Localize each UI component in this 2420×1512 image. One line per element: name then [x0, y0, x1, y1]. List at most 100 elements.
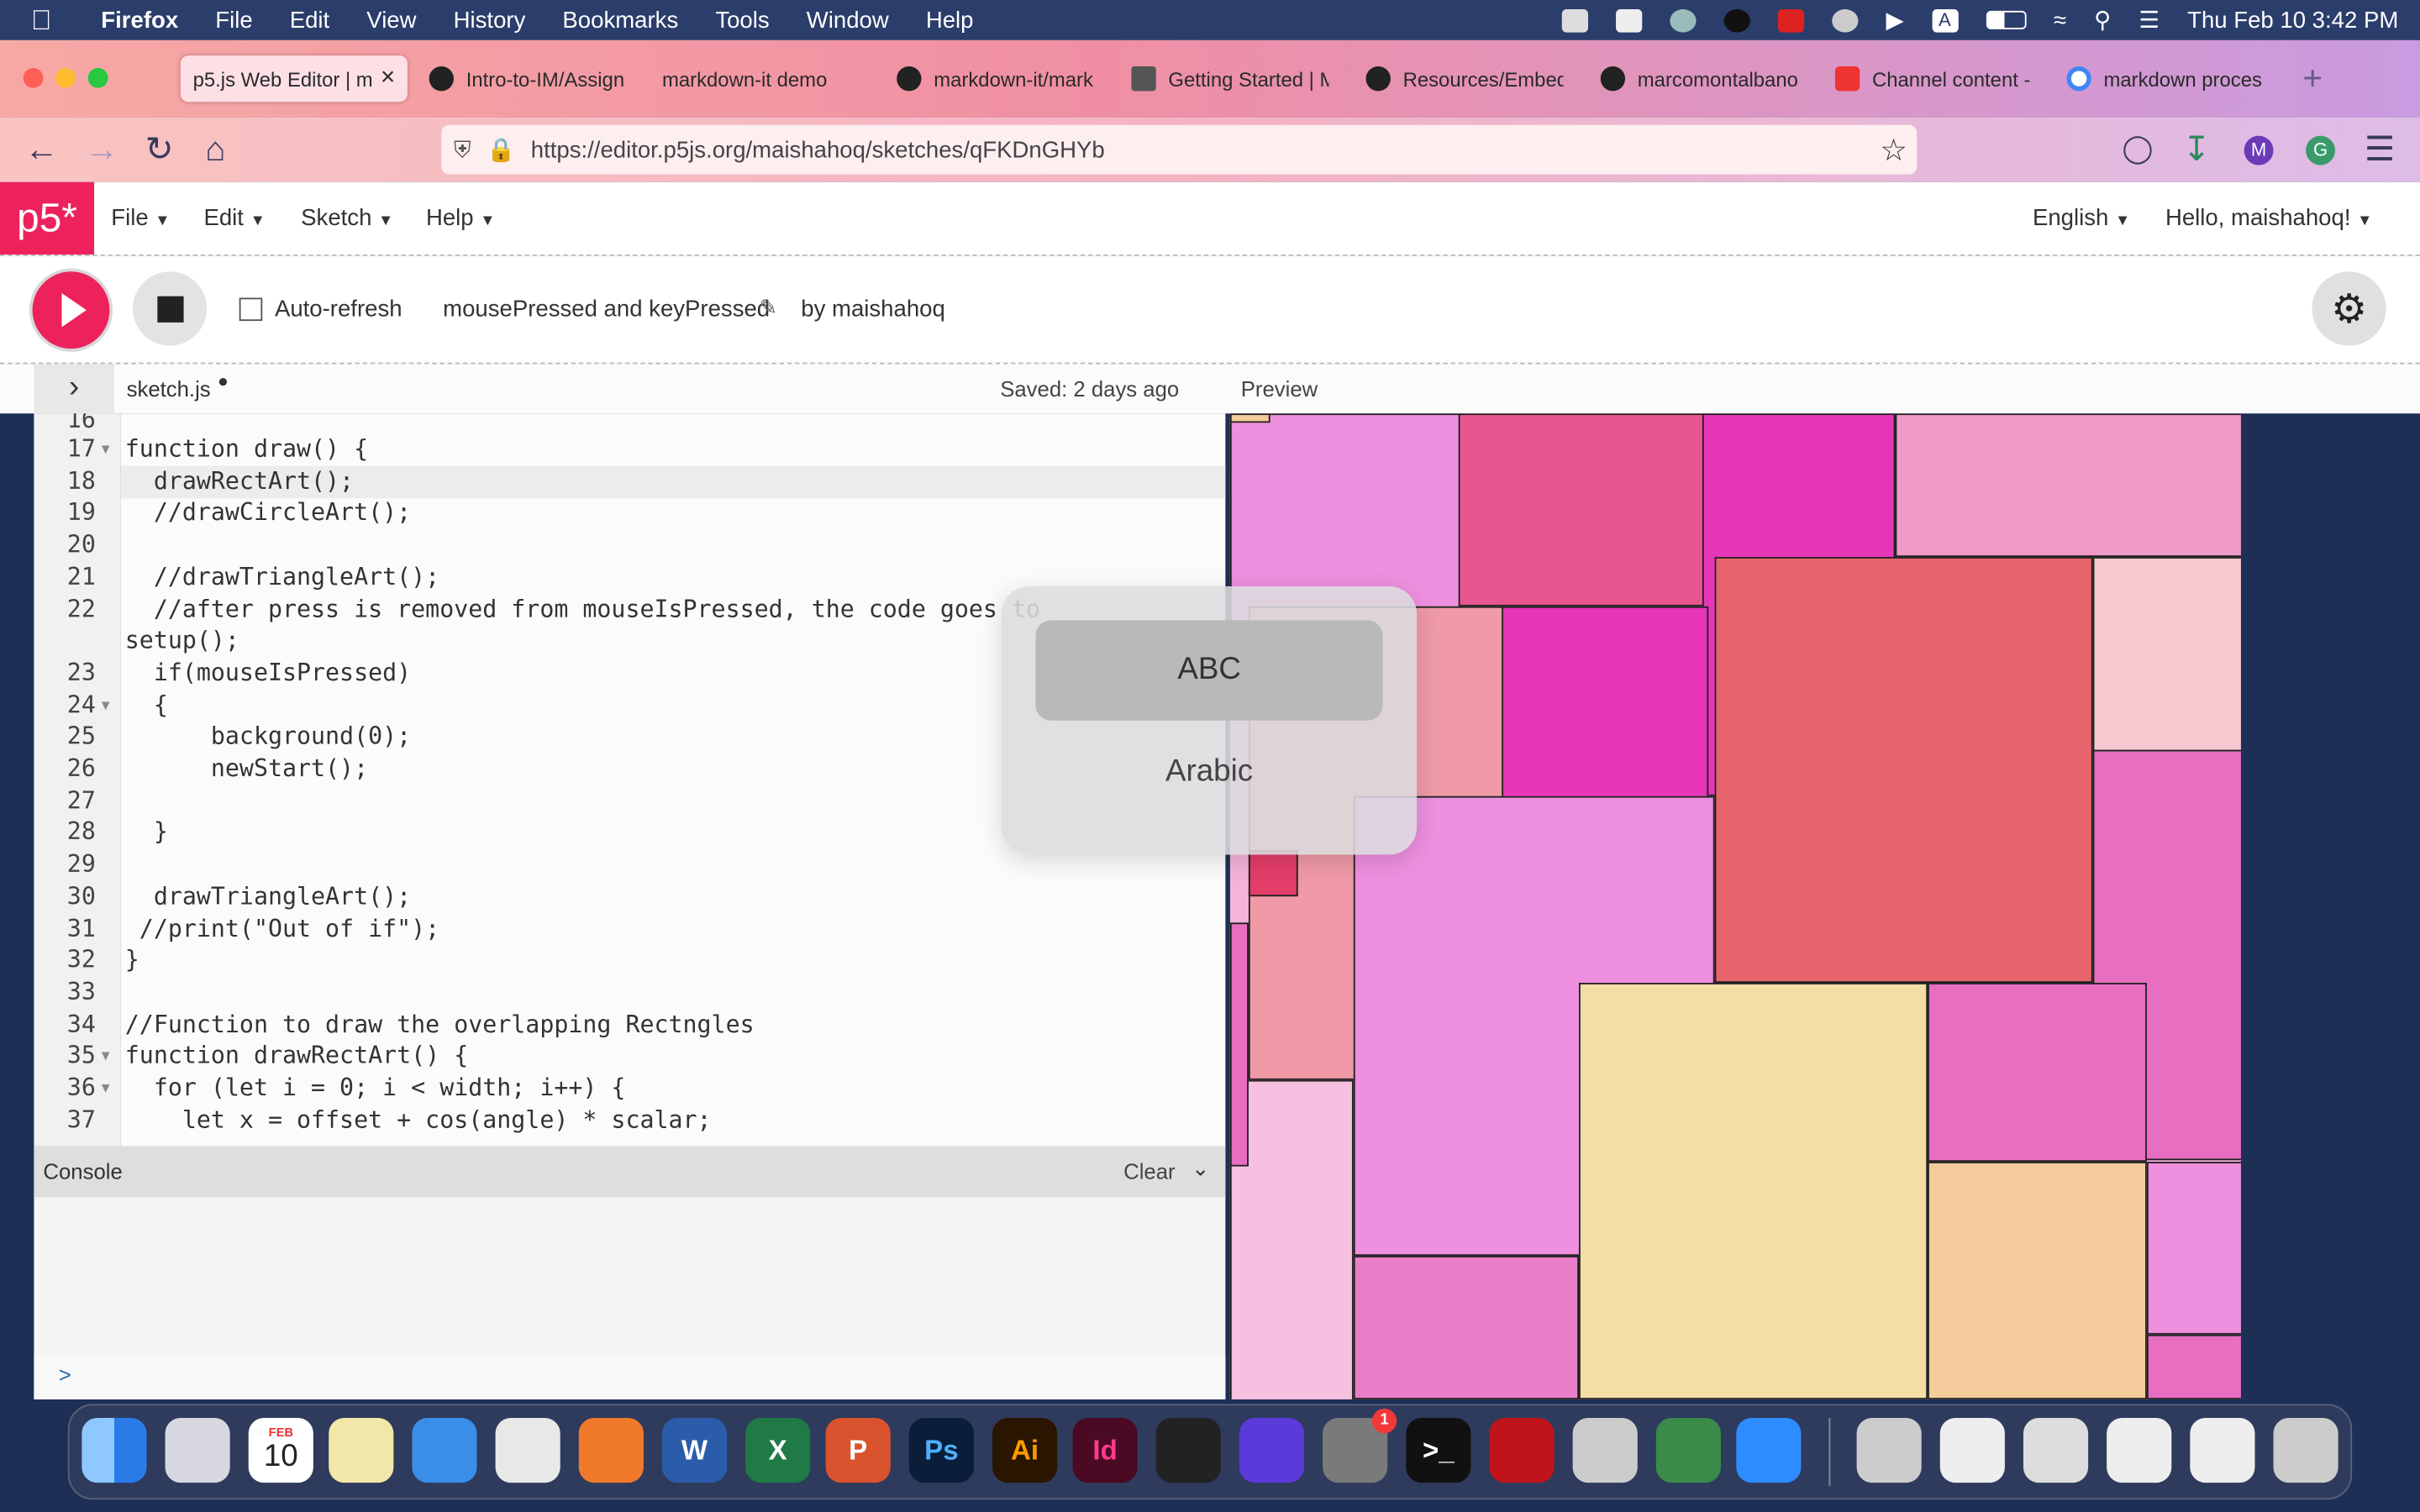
menubar-item-tools[interactable]: Tools — [697, 7, 787, 33]
downloads-icon[interactable]: ↧ — [2182, 129, 2211, 170]
code-line[interactable]: //Function to draw the overlapping Rectn… — [125, 1008, 755, 1041]
code-line[interactable]: } — [125, 944, 139, 977]
menubar-item-window[interactable]: Window — [788, 7, 908, 33]
dock-icon-screen-recorder[interactable] — [1239, 1417, 1305, 1483]
menubar-app-name[interactable]: Firefox — [71, 7, 197, 33]
dock-icon-photoshop[interactable]: Ps — [908, 1417, 974, 1483]
p5-logo[interactable]: p5* — [0, 181, 95, 255]
language-selector[interactable]: English ▼ — [2033, 205, 2130, 231]
tab-markdown-it-demo[interactable]: markdown-it demo — [662, 55, 878, 102]
apple-icon[interactable]:  — [0, 4, 71, 37]
dock-icon-calendar[interactable]: FEB 10 — [248, 1417, 313, 1483]
dock-icon-document-3[interactable] — [2107, 1417, 2172, 1483]
code-line[interactable]: //print("Out of if"); — [125, 912, 439, 945]
control-center-icon[interactable]: ☰ — [2139, 6, 2160, 34]
dock-icon-indesign[interactable]: Id — [1072, 1417, 1138, 1483]
dock-icon-acrobat[interactable] — [1489, 1417, 1555, 1483]
menubar-item-view[interactable]: View — [348, 7, 434, 33]
tab-markdown-it-repo[interactable]: markdown-it/mark — [897, 55, 1097, 102]
dock-icon-archive[interactable] — [1856, 1417, 1922, 1483]
window-zoom-button[interactable] — [87, 67, 108, 88]
globe-icon[interactable] — [1670, 8, 1697, 32]
tab-resources-embed[interactable]: Resources/Embed — [1365, 55, 1564, 102]
dock-icon-document-2[interactable] — [2023, 1417, 2089, 1483]
menubar-item-file[interactable]: File — [197, 7, 271, 33]
console-input-row[interactable]: > — [34, 1354, 1226, 1399]
reload-icon[interactable]: ↻ — [145, 129, 174, 170]
dock-icon-terminal[interactable]: >_ — [1406, 1417, 1471, 1483]
p5-menu-help[interactable]: Help ▼ — [426, 205, 496, 231]
code-line[interactable]: { — [125, 689, 168, 722]
window-minimize-button[interactable] — [55, 67, 76, 88]
input-option-abc[interactable]: ABC — [1035, 620, 1383, 721]
dock-icon-document-1[interactable] — [1939, 1417, 2005, 1483]
sketch-preview-canvas[interactable] — [1229, 413, 2241, 1399]
fold-arrow-icon[interactable]: ▼ — [99, 689, 113, 722]
pocket-icon[interactable]: ◯ — [2123, 133, 2154, 165]
fold-arrow-icon[interactable]: ▼ — [99, 1041, 113, 1074]
edit-pencil-icon[interactable]: ✎ — [760, 295, 778, 321]
code-line[interactable]: setup(); — [125, 625, 239, 658]
sidebar-toggle-button[interactable]: › — [34, 364, 114, 414]
sketch-author[interactable]: by maishahoq — [801, 297, 945, 323]
fold-arrow-icon[interactable]: ▼ — [99, 1073, 113, 1105]
hamburger-menu-icon[interactable]: ☰ — [2365, 129, 2395, 170]
dock-icon-launchpad[interactable] — [165, 1417, 230, 1483]
code-line[interactable]: drawRectArt(); — [125, 465, 354, 498]
fold-arrow-icon[interactable]: ▼ — [99, 433, 113, 466]
drive-icon[interactable] — [1616, 8, 1643, 32]
menubar-item-help[interactable]: Help — [908, 7, 992, 33]
dock-icon-powerpoint[interactable]: P — [825, 1417, 891, 1483]
code-line[interactable]: //drawCircleArt(); — [125, 497, 411, 530]
new-tab-icon[interactable]: + — [2302, 59, 2323, 99]
menubar-clock[interactable]: Thu Feb 10 3:42 PM — [2187, 7, 2398, 33]
dock-icon-illustrator[interactable]: Ai — [992, 1417, 1058, 1483]
tab-getting-started[interactable]: Getting Started | M — [1131, 55, 1328, 102]
p5-menu-sketch[interactable]: Sketch ▼ — [301, 205, 393, 231]
dock-icon-notes[interactable] — [329, 1417, 394, 1483]
swirl-app-icon[interactable] — [1723, 8, 1750, 32]
menubar-item-edit[interactable]: Edit — [271, 7, 349, 33]
play-circle-icon[interactable]: ▶ — [1886, 6, 1904, 34]
dock-icon-trash[interactable] — [2273, 1417, 2338, 1483]
profile-avatar[interactable]: M — [2244, 135, 2274, 165]
dock-icon-final-cut-pro[interactable] — [1155, 1417, 1221, 1483]
dock-icon-document-4[interactable] — [2190, 1417, 2255, 1483]
code-line[interactable]: } — [125, 816, 168, 849]
dock-icon-finder[interactable] — [82, 1417, 147, 1483]
tab-markdown-process[interactable]: markdown proces — [2066, 55, 2273, 102]
user-menu[interactable]: Hello, maishahoq! ▼ — [2165, 205, 2372, 231]
url-bar[interactable]: ⛨ 🔒 https://editor.p5js.org/maishahoq/sk… — [441, 124, 1918, 175]
code-line[interactable]: newStart(); — [125, 753, 368, 785]
dock-icon-chrome[interactable] — [495, 1417, 560, 1483]
bear-icon[interactable] — [1832, 8, 1859, 32]
input-option-arabic[interactable]: Arabic — [1035, 732, 1382, 810]
dock-icon-excel[interactable]: X — [745, 1417, 811, 1483]
window-close-button[interactable] — [23, 67, 44, 88]
play-button[interactable] — [32, 271, 110, 349]
collapse-console-icon[interactable]: ⌄ — [1192, 1156, 1210, 1182]
wifi-icon[interactable]: ≈ — [2054, 7, 2066, 33]
code-line[interactable]: if(mouseIsPressed) — [125, 657, 411, 690]
menubar-item-bookmarks[interactable]: Bookmarks — [544, 7, 697, 33]
dock-icon-firefox[interactable] — [578, 1417, 644, 1483]
tab-close-icon[interactable]: × — [381, 65, 395, 92]
forward-arrow-icon[interactable]: → — [85, 129, 118, 170]
code-line[interactable]: drawTriangleArt(); — [125, 880, 411, 913]
spotlight-search-icon[interactable]: ⚲ — [2094, 6, 2111, 34]
sketch-name[interactable]: mousePressed and keyPressed — [443, 297, 770, 323]
code-line[interactable]: background(0); — [125, 721, 411, 753]
code-line[interactable]: for (let i = 0; i < width; i++) { — [125, 1073, 626, 1105]
tab-marcomontalbano[interactable]: marcomontalbano — [1600, 55, 1798, 102]
bookmark-star-icon[interactable]: ☆ — [1880, 130, 1907, 169]
code-line[interactable]: //drawTriangleArt(); — [125, 561, 439, 594]
input-source-icon[interactable]: A — [1931, 8, 1959, 32]
menubar-item-history[interactable]: History — [435, 7, 544, 33]
clear-console-button[interactable]: Clear — [1123, 1158, 1175, 1183]
code-line[interactable]: let x = offset + cos(angle) * scalar; — [125, 1105, 712, 1137]
red-app-icon[interactable] — [1777, 8, 1805, 32]
auto-refresh-checkbox[interactable] — [239, 297, 263, 322]
stop-button[interactable] — [132, 271, 208, 346]
tab-channel-content[interactable]: Channel content - — [1834, 55, 2036, 102]
dock-icon-word[interactable]: W — [661, 1417, 728, 1483]
